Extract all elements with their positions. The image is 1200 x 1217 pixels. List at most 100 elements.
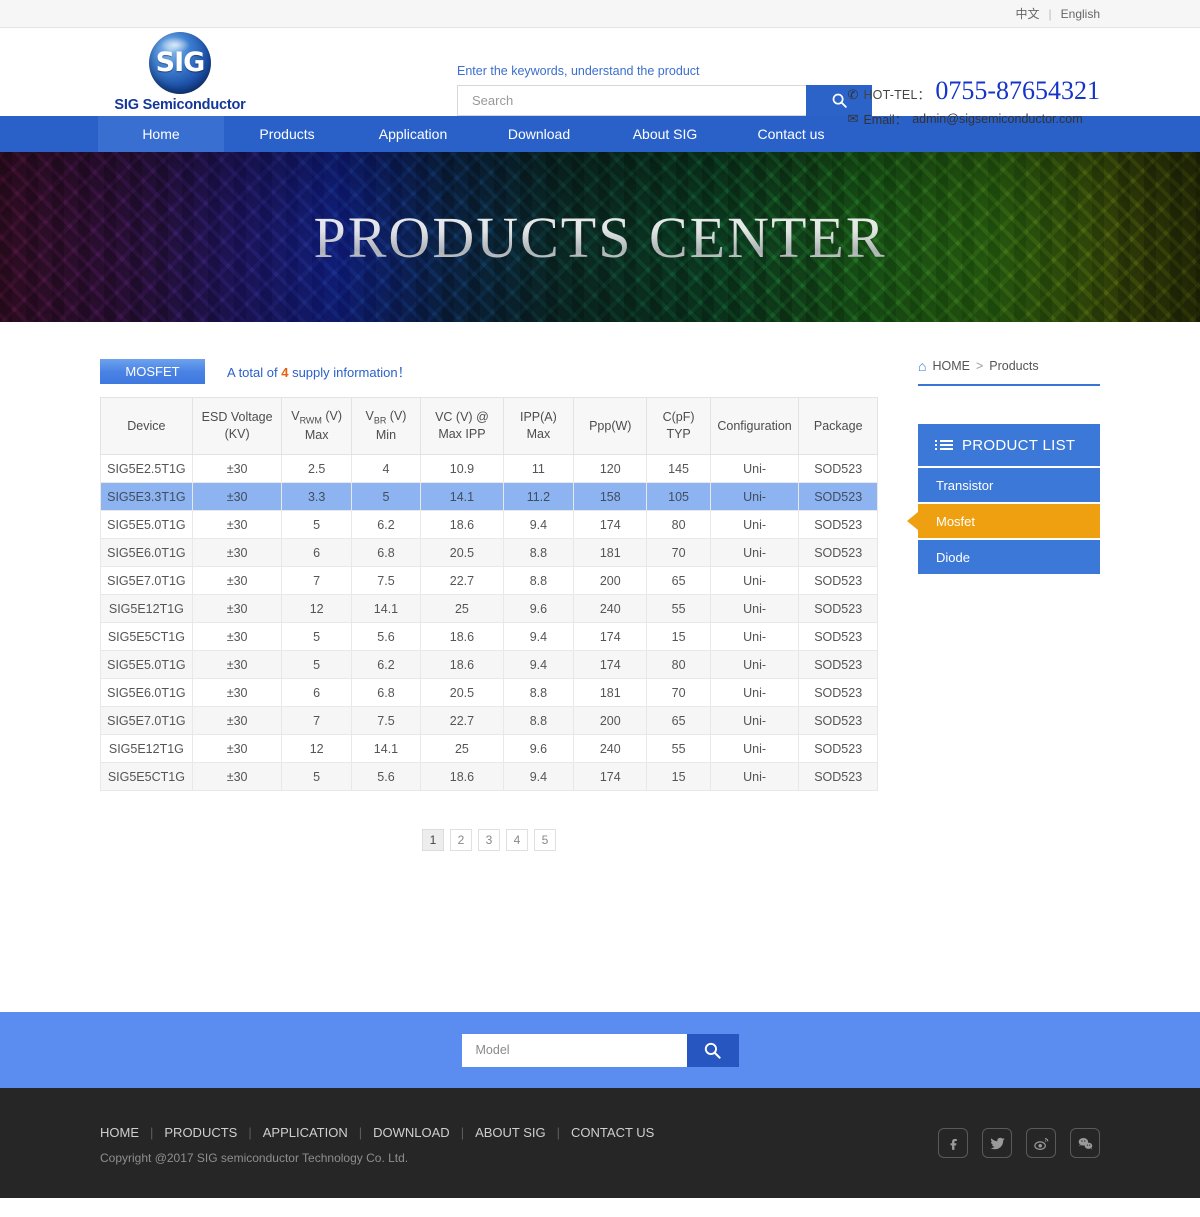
cell-ppp: 240	[573, 594, 648, 623]
cell-vrwm: 3.3	[281, 482, 352, 511]
cell-vc: 10.9	[420, 454, 504, 483]
cell-esd: ±30	[191, 650, 283, 679]
cell-esd: ±30	[191, 454, 283, 483]
cell-vrwm: 6	[281, 538, 352, 567]
footer-link-products[interactable]: PRODUCTS	[164, 1125, 237, 1140]
cell-device: SIG5E5.0T1G	[100, 650, 193, 679]
cell-device: SIG5E7.0T1G	[100, 706, 193, 735]
table-row[interactable]: SIG5E5.0T1G ±30 5 6.2 18.6 9.4 174 80 Un…	[100, 650, 878, 679]
social-link-wechat[interactable]	[1070, 1128, 1100, 1158]
cell-vrwm: 5	[281, 762, 352, 791]
list-icon	[935, 440, 953, 450]
logo-mark-text: SIG	[155, 47, 206, 78]
page-button-5[interactable]: 5	[534, 829, 556, 851]
cell-ipp: 11	[502, 454, 575, 483]
model-search-button[interactable]	[686, 1033, 739, 1067]
page-button-2[interactable]: 2	[450, 829, 472, 851]
table-row[interactable]: SIG5E5CT1G ±30 5 5.6 18.6 9.4 174 15 Uni…	[100, 762, 878, 791]
cell-package: SOD523	[798, 510, 878, 539]
table-row[interactable]: SIG5E2.5T1G ±30 2.5 4 10.9 11 120 145 Un…	[100, 454, 878, 483]
top-utility-bar: 中文 | English	[0, 0, 1200, 28]
table-row[interactable]: SIG5E7.0T1G ±30 7 7.5 22.7 8.8 200 65 Un…	[100, 706, 878, 735]
cell-device: SIG5E5.0T1G	[100, 510, 193, 539]
nav-item-home[interactable]: Home	[98, 116, 224, 152]
cell-vbr: 5.6	[350, 622, 422, 651]
search-icon	[704, 1042, 721, 1059]
cell-ppp: 174	[573, 622, 648, 651]
language-link-chinese[interactable]: 中文	[1016, 5, 1040, 22]
catalog-column: MOSFET A total of 4 supply information！	[100, 358, 878, 851]
cell-config: Uni-	[709, 762, 800, 791]
col-esd-line1: ESD Voltage	[201, 410, 273, 425]
table-row[interactable]: SIG5E6.0T1G ±30 6 6.8 20.5 8.8 181 70 Un…	[100, 538, 878, 567]
page-button-3[interactable]: 3	[478, 829, 500, 851]
cell-ppp: 240	[573, 734, 648, 763]
nav-item-products[interactable]: Products	[224, 116, 350, 152]
footer-link-about-sig[interactable]: ABOUT SIG	[475, 1125, 546, 1140]
cell-ipp: 9.4	[502, 622, 575, 651]
table-row[interactable]: SIG5E5.0T1G ±30 5 6.2 18.6 9.4 174 80 Un…	[100, 510, 878, 539]
footer-link-download[interactable]: DOWNLOAD	[373, 1125, 450, 1140]
search-input[interactable]	[457, 85, 806, 116]
table-row[interactable]: SIG5E7.0T1G ±30 7 7.5 22.7 8.8 200 65 Un…	[100, 566, 878, 595]
footer-link-application[interactable]: APPLICATION	[263, 1125, 348, 1140]
cell-vc: 18.6	[420, 762, 504, 791]
nav-item-application[interactable]: Application	[350, 116, 476, 152]
cell-c: 15	[646, 622, 711, 651]
social-link-twitter[interactable]	[982, 1128, 1012, 1158]
cell-package: SOD523	[798, 566, 878, 595]
footer-link-contact-us[interactable]: CONTACT US	[571, 1125, 654, 1140]
table-row[interactable]: SIG5E3.3T1G ±30 3.3 5 14.1 11.2 158 105 …	[100, 482, 878, 511]
main-content: MOSFET A total of 4 supply information！	[0, 322, 1200, 1012]
col-c-line2: TYP	[666, 427, 691, 441]
supply-count-text: A total of 4 supply information！	[227, 362, 411, 381]
sidebar-item-transistor[interactable]: Transistor	[918, 468, 1100, 502]
cell-config: Uni-	[709, 538, 800, 567]
nav-item-download[interactable]: Download	[476, 116, 602, 152]
footer-link-home[interactable]: HOME	[100, 1125, 139, 1140]
cell-device: SIG5E6.0T1G	[100, 678, 193, 707]
table-body: SIG5E2.5T1G ±30 2.5 4 10.9 11 120 145 Un…	[100, 454, 878, 791]
col-vrwm-unit: (V)	[321, 409, 343, 424]
cell-ppp: 158	[573, 482, 648, 511]
cell-vbr: 5.6	[350, 762, 422, 791]
sidebar-item-diode[interactable]: Diode	[918, 540, 1100, 574]
cell-c: 15	[646, 762, 711, 791]
cell-vbr: 14.1	[350, 734, 422, 763]
cell-vc: 20.5	[420, 678, 504, 707]
table-row[interactable]: SIG5E5CT1G ±30 5 5.6 18.6 9.4 174 15 Uni…	[100, 622, 878, 651]
nav-item-contact-us[interactable]: Contact us	[728, 116, 854, 152]
cell-vrwm: 6	[281, 678, 352, 707]
sidebar-item-mosfet[interactable]: Mosfet	[918, 504, 1100, 538]
cell-ppp: 174	[573, 650, 648, 679]
count-value: 4	[281, 364, 289, 380]
col-vc-line2: Max IPP	[438, 427, 486, 441]
col-package: Package	[798, 397, 878, 455]
cell-package: SOD523	[798, 762, 878, 791]
cell-package: SOD523	[798, 594, 878, 623]
cell-ipp: 9.4	[502, 510, 575, 539]
page-button-1[interactable]: 1	[422, 829, 444, 851]
col-ppp: Ppp(W)	[573, 397, 648, 455]
cell-config: Uni-	[709, 454, 800, 483]
table-row[interactable]: SIG5E6.0T1G ±30 6 6.8 20.5 8.8 181 70 Un…	[100, 678, 878, 707]
social-link-facebook[interactable]	[938, 1128, 968, 1158]
tab-mosfet[interactable]: MOSFET	[100, 358, 205, 384]
site-footer: HOME | PRODUCTS | APPLICATION | DOWNLOAD…	[0, 1088, 1200, 1198]
table-row[interactable]: SIG5E12T1G ±30 12 14.1 25 9.6 240 55 Uni…	[100, 734, 878, 763]
cell-c: 80	[646, 510, 711, 539]
table-row[interactable]: SIG5E12T1G ±30 12 14.1 25 9.6 240 55 Uni…	[100, 594, 878, 623]
language-link-english[interactable]: English	[1061, 7, 1100, 21]
model-search-input[interactable]	[461, 1033, 687, 1067]
page-button-4[interactable]: 4	[506, 829, 528, 851]
social-link-weibo[interactable]	[1026, 1128, 1056, 1158]
breadcrumb-home[interactable]: HOME	[932, 359, 970, 373]
cell-config: Uni-	[709, 706, 800, 735]
footer-left: HOME | PRODUCTS | APPLICATION | DOWNLOAD…	[100, 1121, 654, 1165]
nav-item-about-sig[interactable]: About SIG	[602, 116, 728, 152]
product-list-panel: PRODUCT LIST Transistor Mosfet Diode	[918, 424, 1100, 574]
cell-vc: 18.6	[420, 622, 504, 651]
copyright-text: Copyright @2017 SIG semiconductor Techno…	[100, 1151, 409, 1165]
site-logo[interactable]: SIG SIG Semiconductor	[100, 31, 260, 113]
cell-device: SIG5E3.3T1G	[100, 482, 193, 511]
